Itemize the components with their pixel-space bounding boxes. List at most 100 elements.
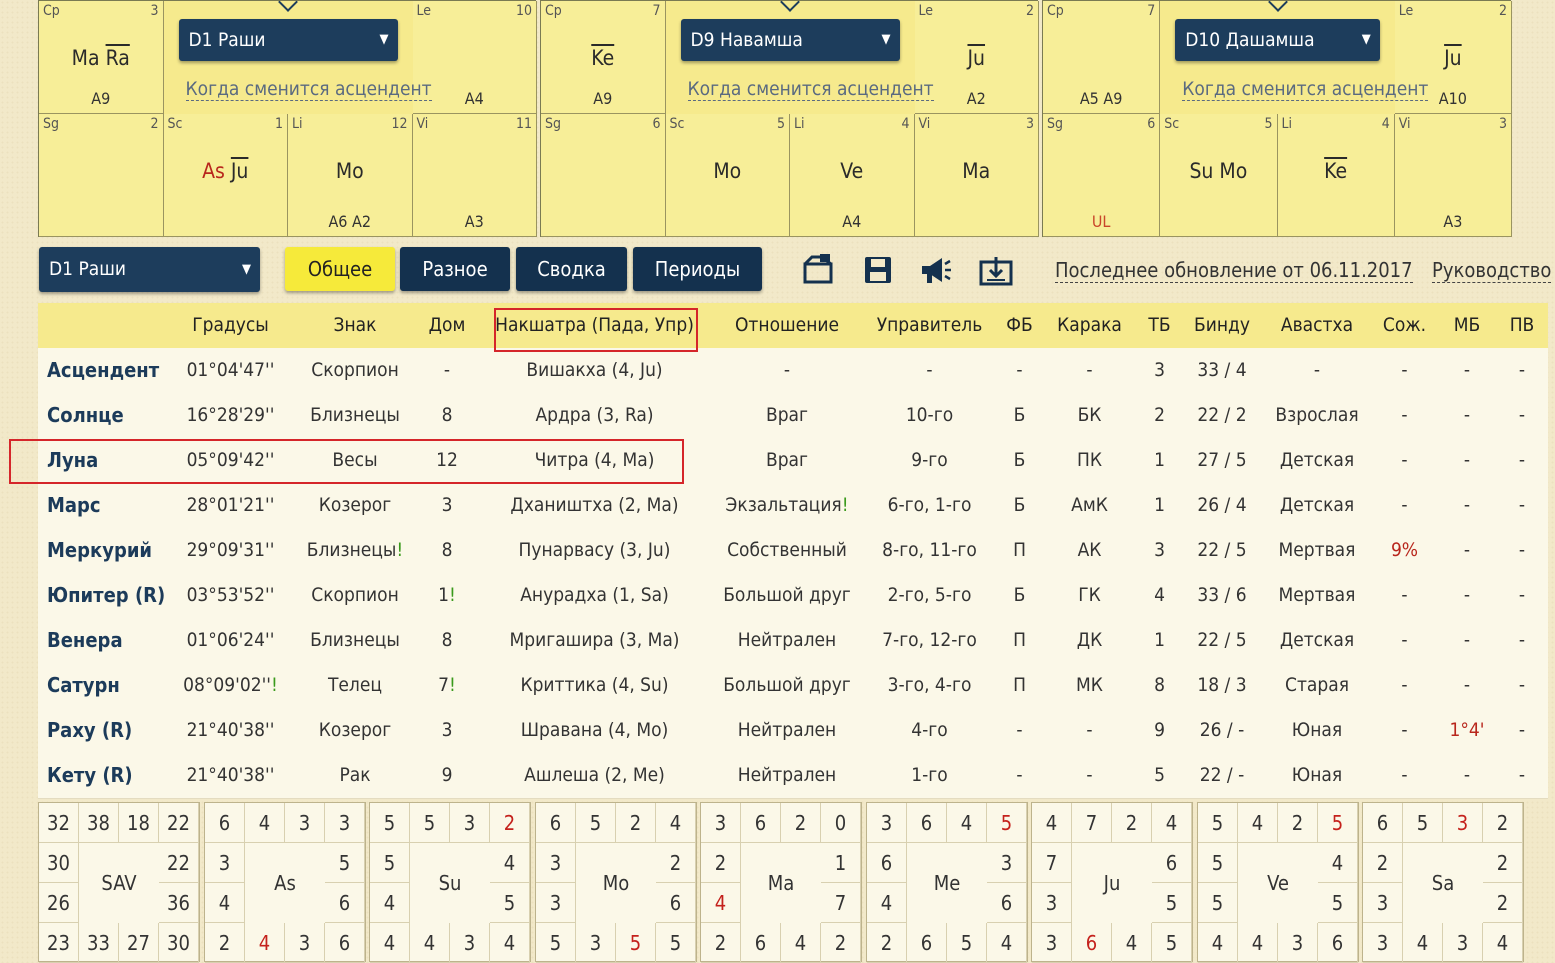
tab-misc[interactable]: Разное (400, 247, 510, 291)
ashtakavarga-me: 3 6 4 5 6 4 3 6 2 6 5 4 Me (866, 802, 1028, 963)
chart-cell-vi[interactable]: Vi 11 A3 (412, 114, 537, 237)
cell-tb: 1 (1154, 629, 1165, 651)
column-header[interactable] (38, 303, 173, 348)
download-icon[interactable] (979, 254, 1013, 286)
chart-cell-sg[interactable]: Sg 6 (541, 114, 666, 237)
planet-ra: Ra (105, 46, 130, 70)
cell-bindu: 18 / 3 (1197, 674, 1247, 696)
bindu-value: 5 (616, 923, 656, 963)
column-header[interactable]: ПВ (1502, 303, 1542, 348)
column-header[interactable]: Сож. (1377, 303, 1432, 348)
cell-av: Взрослая (1275, 404, 1359, 426)
house-number: 4 (1381, 116, 1390, 132)
cell-deg: 03°53'52'' (186, 584, 275, 606)
cell-pv: - (1518, 584, 1526, 606)
cell-deg: 21°40'38'' (186, 764, 275, 786)
planet-name[interactable]: Венера (47, 618, 182, 663)
chart-cell-li[interactable]: Li 4 Ve A4 (790, 114, 915, 237)
column-header[interactable]: Отношение (707, 303, 867, 348)
cell-mb: - (1463, 584, 1471, 606)
chart-cell-cp[interactable]: Cp 3 Ma Ra A9 (39, 1, 164, 114)
export-chart-icon[interactable] (802, 254, 836, 286)
ashtakavarga-label: As (274, 871, 296, 895)
chart-cell-li[interactable]: Li 12 Mo A6 A2 (288, 114, 413, 237)
house-number: 1 (274, 116, 283, 132)
column-header[interactable]: Дом (412, 303, 482, 348)
tab-general[interactable]: Общее (285, 247, 395, 291)
bindu-value: 5 (1198, 883, 1238, 923)
cell-deg: 21°40'38'' (186, 719, 275, 741)
announce-icon[interactable] (918, 254, 952, 286)
chevron-down-icon: ▼ (242, 262, 251, 277)
cell-house: 1! (438, 584, 456, 606)
bindu-value: 6 (1072, 923, 1112, 963)
cell-tb: 4 (1154, 584, 1165, 606)
chart-cell-li[interactable]: Li 4 Ke (1277, 114, 1395, 237)
cell-kar: ПК (1077, 449, 1102, 471)
tab-periods[interactable]: Периоды (633, 247, 762, 291)
planets: Mo (666, 159, 790, 183)
column-header[interactable]: Бинду (1187, 303, 1257, 348)
ashtakavarga-label: Ve (1267, 871, 1289, 895)
chart-cell-sg[interactable]: Sg 2 (39, 114, 164, 237)
chart-cell-cp[interactable]: Cp 7 Ke A9 (541, 1, 666, 114)
last-update-link[interactable]: Последнее обновление от 06.11.2017 (1055, 258, 1413, 283)
column-header[interactable]: ТБ (1132, 303, 1187, 348)
cell-nak: Ардра (3, Ra) (535, 404, 654, 426)
guide-link[interactable]: Руководство (1432, 258, 1552, 283)
ascendant-change-link[interactable]: Когда сменится асцендент (687, 79, 934, 101)
cell-rel: Экзальтация! (725, 494, 849, 516)
planet-name[interactable]: Солнце (47, 393, 182, 438)
column-header[interactable]: ФБ (992, 303, 1047, 348)
chart-division-select[interactable]: D10 Дашамша ▼ (1175, 19, 1380, 61)
column-header[interactable]: Авастха (1257, 303, 1377, 348)
planet-name[interactable]: Меркурий (47, 528, 182, 573)
ascendant-change-link[interactable]: Когда сменится асцендент (1182, 79, 1429, 101)
cell-mb: - (1463, 539, 1471, 561)
cell-kar: МК (1076, 674, 1103, 696)
chart-cell-cp[interactable]: Cp 7 A5 A9 (1043, 1, 1161, 114)
cell-mb: - (1463, 449, 1471, 471)
chart-select[interactable]: D1 Раши ▼ (39, 247, 260, 292)
cell-bindu: 26 / 4 (1197, 494, 1247, 516)
cell-av: Юная (1291, 719, 1343, 741)
bindu-value: 3 (285, 923, 325, 963)
chart-division-select[interactable]: D1 Раши ▼ (178, 19, 398, 61)
save-icon[interactable] (862, 254, 896, 286)
chart-cell-sc[interactable]: Sc 5 Mo (665, 114, 790, 237)
chart-division-select[interactable]: D9 Навамша ▼ (680, 19, 900, 61)
bindu-value: 4 (490, 843, 530, 883)
tab-summary[interactable]: Сводка (516, 247, 627, 291)
planet-name[interactable]: Кету (R) (47, 753, 182, 798)
bindu-value: 6 (741, 803, 781, 843)
planet-ju: Ju (1444, 46, 1462, 70)
cell-mb: 1°4' (1449, 719, 1485, 741)
ashtakavarga-ju: 4 7 2 4 7 3 6 5 3 6 4 5 Ju (1031, 802, 1193, 963)
cell-deg: 28°01'21'' (186, 494, 275, 516)
planet-name[interactable]: Сатурн (47, 663, 182, 708)
planet-name[interactable]: Раху (R) (47, 708, 182, 753)
chart-cell-vi[interactable]: Vi 3 Ma (914, 114, 1039, 237)
table-row: Венера 01°06'24'' Близнецы 8 Мригашира (3, M… (38, 618, 1548, 664)
column-header[interactable]: Градусы (173, 303, 288, 348)
planet-name[interactable]: Юпитер (R) (47, 573, 182, 618)
sign-label: Vi (416, 116, 429, 132)
bindu-value: 7 (1072, 803, 1112, 843)
column-header[interactable]: Знак (298, 303, 412, 348)
planet-name[interactable]: Асцендент (47, 348, 182, 393)
column-header[interactable]: Карака (1047, 303, 1132, 348)
ascendant-change-link[interactable]: Когда сменится асцендент (185, 79, 432, 101)
column-header[interactable]: МБ (1432, 303, 1502, 348)
planet-name[interactable]: Марс (47, 483, 182, 528)
chart-cell-vi[interactable]: Vi 3 A3 (1394, 114, 1512, 237)
ashtakavarga-mo: 6 5 2 4 3 3 2 6 5 3 5 5 Mo (535, 802, 697, 963)
cell-av: Мертвая (1278, 584, 1356, 606)
bindu-value: 4 (1238, 803, 1278, 843)
cell-soz: - (1401, 584, 1408, 606)
chart-cell-sc[interactable]: Sc 5 Su Mo (1160, 114, 1278, 237)
bindu-value: 5 (656, 923, 696, 963)
column-header[interactable]: Управитель (867, 303, 992, 348)
chart-cell-sc[interactable]: Sc 1 As Ju (163, 114, 288, 237)
bindu-value: 22 (159, 843, 199, 883)
chart-cell-sg[interactable]: Sg 6 UL (1043, 114, 1161, 237)
